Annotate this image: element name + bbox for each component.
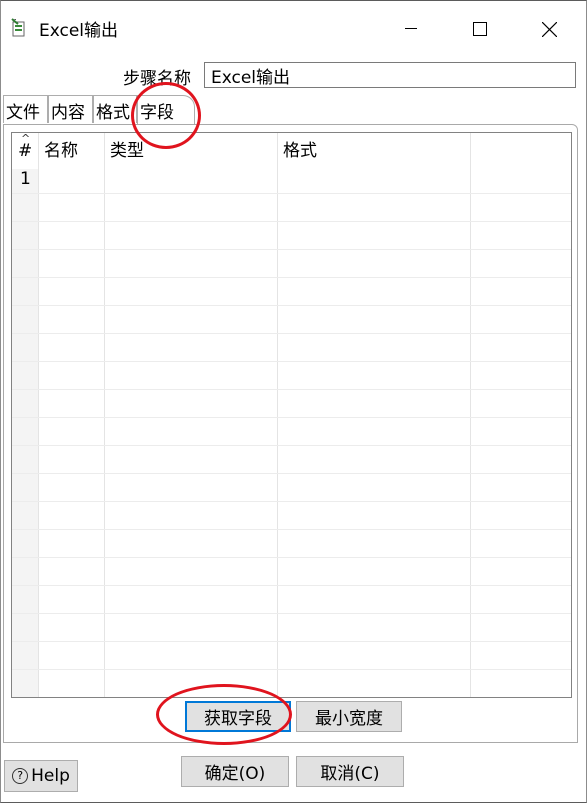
excel-output-step-icon [10, 18, 28, 40]
help-button[interactable]: ? Help [4, 760, 78, 792]
help-label: Help [31, 766, 70, 786]
minimize-button[interactable] [376, 1, 446, 57]
title-bar[interactable]: Excel输出 [1, 1, 586, 57]
min-width-button[interactable]: 最小宽度 [296, 701, 402, 732]
table-row[interactable] [12, 613, 571, 641]
table-row[interactable] [12, 445, 571, 473]
table-row[interactable] [12, 585, 571, 613]
annotation-circle-get-fields [156, 684, 292, 745]
annotation-circle-fields-tab [131, 82, 201, 149]
help-icon: ? [12, 768, 29, 784]
window-title: Excel输出 [39, 21, 119, 41]
close-icon [541, 21, 557, 37]
table-row[interactable] [12, 529, 571, 557]
fields-tab-panel: ^ # 名称 类型 格式 1 获取字段 最小宽度 [3, 124, 578, 743]
tab-file[interactable]: 文件 [3, 95, 48, 123]
row-number: 1 [20, 169, 31, 189]
table-header: ^ # 名称 类型 格式 [12, 133, 571, 169]
table-row[interactable] [12, 641, 571, 669]
minimize-icon [405, 28, 417, 29]
maximize-icon [473, 22, 487, 36]
table-row[interactable] [12, 249, 571, 277]
maximize-button[interactable] [445, 1, 515, 57]
close-button[interactable] [514, 1, 584, 57]
fields-table[interactable]: ^ # 名称 类型 格式 1 [11, 132, 572, 698]
table-row[interactable] [12, 501, 571, 529]
table-row[interactable] [12, 305, 571, 333]
header-name[interactable]: 名称 [38, 133, 104, 169]
step-name-input[interactable] [204, 62, 576, 88]
table-row[interactable] [12, 193, 571, 221]
table-row[interactable] [12, 277, 571, 305]
dialog-window: Excel输出 步骤名称 文件 内容 格式 字段 ^ # 名称 类型 格式 [0, 0, 587, 803]
ok-button[interactable]: 确定(O) [181, 756, 289, 787]
header-format[interactable]: 格式 [277, 133, 470, 169]
table-row[interactable] [12, 361, 571, 389]
cancel-button[interactable]: 取消(C) [296, 756, 404, 787]
table-row[interactable] [12, 669, 571, 697]
table-row[interactable] [12, 557, 571, 585]
header-num[interactable]: # [14, 133, 38, 169]
table-row[interactable] [12, 417, 571, 445]
table-row[interactable] [12, 221, 571, 249]
tab-content[interactable]: 内容 [48, 95, 93, 123]
table-row[interactable]: 1 [12, 165, 571, 193]
table-row[interactable] [12, 473, 571, 501]
table-row[interactable] [12, 389, 571, 417]
table-row[interactable] [12, 333, 571, 361]
